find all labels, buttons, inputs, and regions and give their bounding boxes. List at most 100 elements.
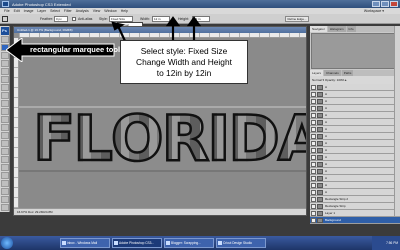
layer-thumbnail bbox=[317, 105, 323, 111]
visibility-eye-icon[interactable] bbox=[311, 98, 316, 104]
visibility-eye-icon[interactable] bbox=[311, 119, 316, 125]
tab-navigator[interactable]: Navigator bbox=[310, 26, 327, 32]
visibility-eye-icon[interactable] bbox=[311, 203, 316, 209]
visibility-eye-icon[interactable] bbox=[311, 133, 316, 139]
layer-thumbnail bbox=[317, 91, 323, 97]
taskbar-item-photoshop[interactable]: Adobe Photoshop CS3... bbox=[112, 238, 162, 248]
layer-row[interactable]: A bbox=[310, 140, 400, 147]
layer-row[interactable]: A bbox=[310, 133, 400, 140]
taskbar-item-mail[interactable]: inbox - Windows Mail bbox=[60, 238, 110, 248]
eraser-tool-icon[interactable] bbox=[0, 116, 9, 123]
layer-thumbnail bbox=[317, 189, 323, 195]
visibility-eye-icon[interactable] bbox=[311, 168, 316, 174]
visibility-eye-icon[interactable] bbox=[311, 175, 316, 181]
layer-thumbnail bbox=[317, 119, 323, 125]
layer-thumbnail bbox=[317, 168, 323, 174]
artwork-letter: A bbox=[277, 104, 306, 173]
visibility-eye-icon[interactable] bbox=[311, 105, 316, 111]
layer-row[interactable]: A bbox=[310, 154, 400, 161]
visibility-eye-icon[interactable] bbox=[311, 217, 316, 223]
layer-row[interactable]: A bbox=[310, 168, 400, 175]
visibility-eye-icon[interactable] bbox=[311, 210, 316, 216]
layer-row[interactable]: A bbox=[310, 98, 400, 105]
layer-name: Rectangle Strip bbox=[325, 204, 346, 208]
panel-icon-strip[interactable] bbox=[394, 26, 400, 216]
layer-row[interactable]: A bbox=[310, 182, 400, 189]
layer-row[interactable]: A bbox=[310, 126, 400, 133]
marquee-tool-annotation: rectangular marquee tool bbox=[6, 38, 120, 62]
layer-row[interactable]: Background bbox=[310, 217, 400, 224]
visibility-eye-icon[interactable] bbox=[311, 140, 316, 146]
layer-row[interactable]: A bbox=[310, 175, 400, 182]
brush-tool-icon[interactable] bbox=[0, 92, 9, 99]
history-brush-tool-icon[interactable] bbox=[0, 108, 9, 115]
layer-thumbnail bbox=[317, 203, 323, 209]
gradient-tool-icon[interactable] bbox=[0, 124, 9, 131]
visibility-eye-icon[interactable] bbox=[311, 189, 316, 195]
type-tool-icon[interactable] bbox=[0, 156, 9, 163]
layer-row[interactable]: A bbox=[310, 119, 400, 126]
layer-row[interactable]: Layer 1 bbox=[310, 210, 400, 217]
blur-tool-icon[interactable] bbox=[0, 132, 9, 139]
feather-input[interactable]: 0 px bbox=[54, 16, 68, 22]
shape-tool-icon[interactable] bbox=[0, 172, 9, 179]
visibility-eye-icon[interactable] bbox=[311, 112, 316, 118]
dodge-tool-icon[interactable] bbox=[0, 140, 9, 147]
layer-row[interactable]: A bbox=[310, 112, 400, 119]
ps-logo-icon: Ps bbox=[0, 27, 9, 35]
callout-line-3: to 12in by 12in bbox=[156, 68, 212, 78]
layer-thumbnail bbox=[317, 84, 323, 90]
layer-name: A bbox=[325, 162, 328, 166]
layer-row[interactable]: A bbox=[310, 147, 400, 154]
taskbar-item-cricut[interactable]: Cricut Design Studio bbox=[216, 238, 266, 248]
path-selection-tool-icon[interactable] bbox=[0, 164, 9, 171]
callout-line-1: Select style: Fixed Size bbox=[140, 46, 228, 56]
tab-histogram[interactable]: Histogram bbox=[327, 26, 346, 32]
layer-row[interactable]: A bbox=[310, 161, 400, 168]
taskbar-item-blogger[interactable]: Blogger: Scrapping... bbox=[164, 238, 214, 248]
tab-info[interactable]: Info bbox=[346, 26, 356, 32]
layer-row[interactable]: Rectangle Strip 2 bbox=[310, 196, 400, 203]
close-button[interactable] bbox=[390, 1, 398, 7]
callout-line-2: Change Width and Height bbox=[136, 57, 232, 67]
layer-row[interactable]: A bbox=[310, 84, 400, 91]
layer-blend-controls[interactable]: Normal ▾ Opacity: 100% ▸ bbox=[310, 76, 400, 84]
refine-edge-button[interactable]: Refine Edge... bbox=[285, 16, 309, 22]
healing-brush-tool-icon[interactable] bbox=[0, 84, 9, 91]
layer-name: A bbox=[325, 106, 328, 110]
visibility-eye-icon[interactable] bbox=[311, 196, 316, 202]
minimize-button[interactable] bbox=[372, 1, 380, 7]
layer-thumbnail bbox=[317, 126, 323, 132]
layer-name: Rectangle Strip 2 bbox=[325, 197, 349, 201]
layer-row[interactable]: Rectangle Strip bbox=[310, 203, 400, 210]
maximize-button[interactable] bbox=[381, 1, 389, 7]
antialias-checkbox[interactable] bbox=[72, 17, 76, 21]
layer-row[interactable]: A bbox=[310, 105, 400, 112]
slice-tool-icon[interactable] bbox=[0, 76, 9, 83]
layer-thumbnail bbox=[317, 161, 323, 167]
artwork-letter: L bbox=[72, 102, 114, 175]
visibility-eye-icon[interactable] bbox=[311, 147, 316, 153]
visibility-eye-icon[interactable] bbox=[311, 91, 316, 97]
clone-stamp-tool-icon[interactable] bbox=[0, 100, 9, 107]
navigator-preview[interactable] bbox=[311, 33, 399, 69]
zoom-tool-icon[interactable] bbox=[0, 204, 9, 211]
layer-thumbnail bbox=[317, 210, 323, 216]
marquee-tool-preset-icon[interactable] bbox=[2, 16, 8, 22]
visibility-eye-icon[interactable] bbox=[311, 154, 316, 160]
layer-row[interactable]: A bbox=[310, 189, 400, 196]
layer-name: A bbox=[325, 155, 328, 159]
hand-tool-icon[interactable] bbox=[0, 196, 9, 203]
notes-tool-icon[interactable] bbox=[0, 180, 9, 187]
pen-tool-icon[interactable] bbox=[0, 148, 9, 155]
layer-thumbnail bbox=[317, 98, 323, 104]
visibility-eye-icon[interactable] bbox=[311, 84, 316, 90]
visibility-eye-icon[interactable] bbox=[311, 126, 316, 132]
start-button[interactable] bbox=[1, 237, 13, 249]
visibility-eye-icon[interactable] bbox=[311, 161, 316, 167]
eyedropper-tool-icon[interactable] bbox=[0, 188, 9, 195]
layer-row[interactable]: A bbox=[310, 91, 400, 98]
visibility-eye-icon[interactable] bbox=[311, 182, 316, 188]
feather-label: Feather: bbox=[40, 17, 54, 21]
crop-tool-icon[interactable] bbox=[0, 68, 9, 75]
